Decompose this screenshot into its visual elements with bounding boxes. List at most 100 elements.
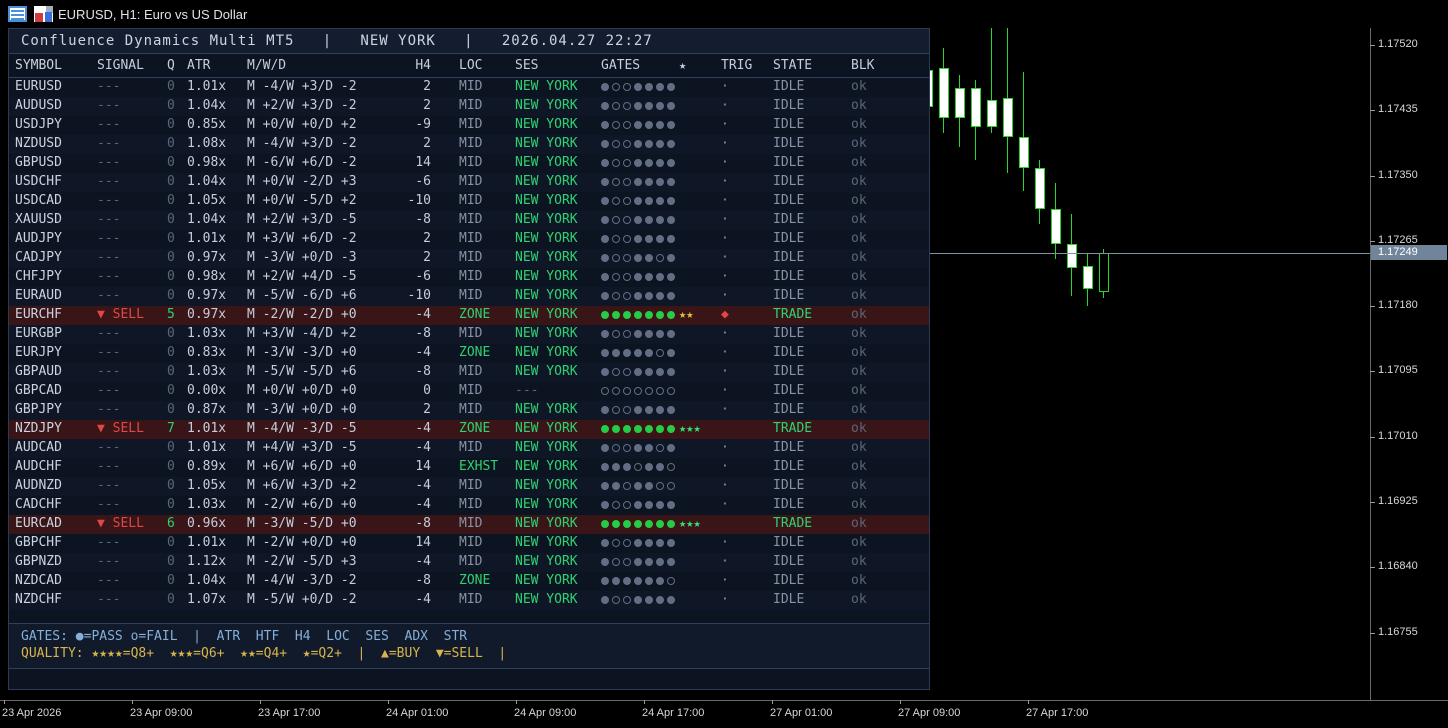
signal-cell: ---: [97, 535, 121, 550]
trigger-cell: ·: [721, 383, 729, 398]
gates-cell: [601, 273, 678, 288]
ses-cell: NEW YORK: [515, 326, 578, 341]
table-row[interactable]: AUDCHF --- 0 0.89x M +6/W +6/D +0 14 EXHST NEW …: [9, 458, 929, 477]
table-row[interactable]: NZDJPY ▼ SELL 7 1.01x M -4/W -3/D -5 -4 ZONE NE…: [9, 420, 929, 439]
atr-cell: 0.00x: [187, 383, 227, 398]
atr-cell: 0.98x: [187, 155, 227, 170]
time-tick: [4, 700, 5, 704]
state-cell: IDLE: [773, 554, 805, 569]
table-row[interactable]: CADCHF --- 0 1.03x M -2/W +6/D +0 -4 MID NEW YO…: [9, 496, 929, 515]
table-row[interactable]: CADJPY --- 0 0.97x M -3/W +0/D -3 2 MID NEW YOR…: [9, 249, 929, 268]
time-axis-label: 27 Apr 01:00: [770, 707, 833, 719]
table-row[interactable]: GBPUSD --- 0 0.98x M -6/W +6/D -2 14 MID NEW YO…: [9, 154, 929, 173]
gate-pass-dot: [645, 102, 653, 110]
symbol-cell: EURJPY: [15, 345, 62, 360]
table-row[interactable]: AUDJPY --- 0 1.01x M +3/W +6/D -2 2 MID NEW YOR…: [9, 230, 929, 249]
quality-cell: 0: [167, 79, 175, 94]
gate-pass-dot: [667, 121, 675, 129]
symbol-cell: EURCHF: [15, 307, 62, 322]
table-row[interactable]: AUDNZD --- 0 1.05x M +6/W +3/D +2 -4 MID NEW YO…: [9, 477, 929, 496]
gates-cell: [601, 368, 678, 383]
table-row[interactable]: GBPNZD --- 0 1.12x M -2/W -5/D +3 -4 MID NEW YO…: [9, 553, 929, 572]
gate-pass-dot: [656, 330, 664, 338]
gate-fail-dot: [612, 273, 620, 281]
gate-pass-dot: [623, 577, 631, 585]
symbol-cell: AUDNZD: [15, 478, 62, 493]
table-row[interactable]: XAUUSD --- 0 1.04x M +2/W +3/D -5 -8 MID NEW YO…: [9, 211, 929, 230]
atr-cell: 1.01x: [187, 421, 227, 436]
h4-cell: -4: [415, 345, 431, 360]
gate-fail-dot: [612, 216, 620, 224]
gate-pass-dot: [645, 159, 653, 167]
h4-cell: -4: [415, 307, 431, 322]
price-tick: [1370, 240, 1375, 242]
state-cell: IDLE: [773, 117, 805, 132]
price-axis-line[interactable]: [1370, 0, 1371, 700]
column-header: ★: [679, 58, 687, 72]
blk-cell: ok: [851, 155, 867, 170]
loc-cell: MID: [459, 497, 483, 512]
table-row[interactable]: EURCHF ▼ SELL 5 0.97x M -2/W -2/D +0 -4 ZONE NE…: [9, 306, 929, 325]
table-row[interactable]: CHFJPY --- 0 0.98x M +2/W +4/D -5 -6 MID NEW YO…: [9, 268, 929, 287]
gate-pass-dot: [601, 102, 609, 110]
gate-fail-dot: [612, 558, 620, 566]
quality-cell: 0: [167, 231, 175, 246]
quality-cell: 0: [167, 402, 175, 417]
ses-cell: NEW YORK: [515, 79, 578, 94]
table-row[interactable]: AUDCAD --- 0 1.01x M +4/W +3/D -5 -4 MID NEW YO…: [9, 439, 929, 458]
trigger-cell: ·: [721, 174, 729, 189]
table-row[interactable]: EURUSD --- 0 1.01x M -4/W +3/D -2 2 MID NEW YOR…: [9, 78, 929, 97]
loc-cell: MID: [459, 440, 483, 455]
candle-body: [1019, 137, 1029, 168]
gate-fail-dot: [612, 596, 620, 604]
table-row[interactable]: USDCAD --- 0 1.05x M +0/W -5/D +2 -10 MID NEW Y…: [9, 192, 929, 211]
state-cell: IDLE: [773, 497, 805, 512]
table-row[interactable]: EURAUD --- 0 0.97x M -5/W -6/D +6 -10 MID NEW Y…: [9, 287, 929, 306]
table-row[interactable]: EURJPY --- 0 0.83x M -3/W -3/D +0 -4 ZONE NEW Y…: [9, 344, 929, 363]
h4-cell: -4: [415, 554, 431, 569]
signal-cell: ---: [97, 383, 121, 398]
gate-pass-dot: [601, 159, 609, 167]
table-row[interactable]: GBPCHF --- 0 1.01x M -2/W +0/D +0 14 MID NEW YO…: [9, 534, 929, 553]
table-row[interactable]: GBPJPY --- 0 0.87x M -3/W +0/D +0 2 MID NEW YOR…: [9, 401, 929, 420]
table-row[interactable]: USDCHF --- 0 1.04x M +0/W -2/D +3 -6 MID NEW YO…: [9, 173, 929, 192]
time-tick: [388, 700, 389, 704]
table-row[interactable]: AUDUSD --- 0 1.04x M +2/W +3/D -2 2 MID NEW YOR…: [9, 97, 929, 116]
gate-fail-dot: [623, 596, 631, 604]
h4-cell: -8: [415, 364, 431, 379]
gate-pass-dot: [645, 292, 653, 300]
table-row[interactable]: EURCAD ▼ SELL 6 0.96x M -3/W -5/D +0 -8 MID NEW…: [9, 515, 929, 534]
symbol-cell: CADCHF: [15, 497, 62, 512]
gate-pass-dot: [601, 482, 609, 490]
h4-cell: -4: [415, 592, 431, 607]
table-row[interactable]: USDJPY --- 0 0.85x M +0/W +0/D +2 -9 MID NEW YO…: [9, 116, 929, 135]
symbol-cell: XAUUSD: [15, 212, 62, 227]
gate-pass-dot: [634, 596, 642, 604]
price-tick: [1370, 567, 1375, 569]
gate-pass-dot: [634, 406, 642, 414]
table-row[interactable]: EURGBP --- 0 1.03x M +3/W -4/D +2 -8 MID NEW YO…: [9, 325, 929, 344]
table-row[interactable]: GBPCAD --- 0 0.00x M +0/W +0/D +0 0 MID --- · IDL…: [9, 382, 929, 401]
gate-pass-dot: [612, 425, 620, 433]
gates-cell: [601, 178, 678, 193]
gate-pass-dot: [601, 349, 609, 357]
gate-pass-dot: [601, 444, 609, 452]
loc-cell: MID: [459, 79, 483, 94]
gate-fail-dot: [623, 482, 631, 490]
signal-cell: ---: [97, 155, 121, 170]
gate-pass-dot: [634, 558, 642, 566]
table-row[interactable]: GBPAUD --- 0 1.03x M -5/W -5/D +6 -8 MID NEW YO…: [9, 363, 929, 382]
blk-cell: ok: [851, 345, 867, 360]
gate-fail-dot: [623, 102, 631, 110]
atr-cell: 1.05x: [187, 193, 227, 208]
gate-pass-dot: [634, 292, 642, 300]
gate-pass-dot: [601, 197, 609, 205]
gates-cell: [601, 520, 678, 535]
ses-cell: NEW YORK: [515, 440, 578, 455]
table-row[interactable]: NZDUSD --- 0 1.08x M -4/W +3/D -2 2 MID NEW YOR…: [9, 135, 929, 154]
table-row[interactable]: NZDCAD --- 0 1.04x M -4/W -3/D -2 -8 ZONE NEW Y…: [9, 572, 929, 591]
signal-cell: ---: [97, 440, 121, 455]
table-row[interactable]: NZDCHF --- 0 1.07x M -5/W +0/D -2 -4 MID NEW YO…: [9, 591, 929, 610]
time-axis-line[interactable]: [0, 700, 1448, 701]
candle-body: [1099, 253, 1109, 292]
